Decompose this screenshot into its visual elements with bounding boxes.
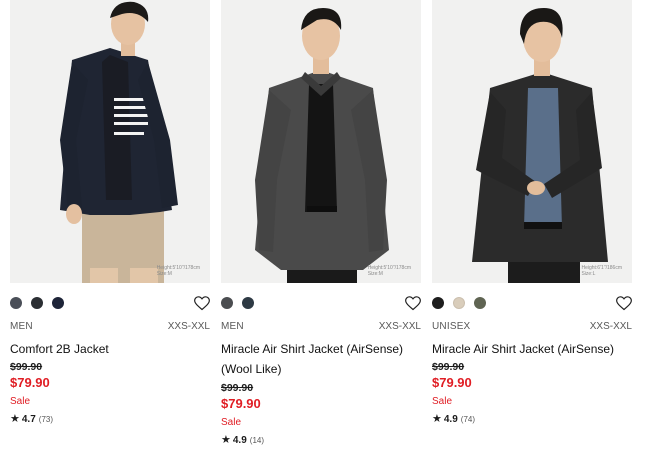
sale-price: $79.90 — [10, 375, 50, 390]
star-icon: ★ — [432, 413, 442, 425]
star-icon: ★ — [221, 434, 231, 446]
color-swatch[interactable] — [432, 297, 444, 309]
product-rating[interactable]: ★ 4.7 (73) — [10, 412, 53, 425]
product-grid: Height:5'10"/178cm Size:M MEN XXS-XXL Co… — [0, 0, 650, 455]
product-image[interactable]: Height:5'10"/178cm Size:M — [10, 0, 210, 283]
product-rating[interactable]: ★ 4.9 (74) — [432, 412, 475, 425]
review-count: (14) — [249, 436, 265, 445]
model-info-caption: Height:5'10"/178cm Size:M — [368, 265, 411, 277]
gender-label: MEN — [10, 321, 33, 332]
model-info-caption: Height:6'1"/186cm Size:L — [581, 265, 622, 277]
model-size: Size:M — [367, 271, 383, 277]
model-info-caption: Height:5'10"/178cm Size:M — [157, 265, 200, 277]
model-size: Size:L — [581, 271, 596, 277]
product-card[interactable]: Height:5'10"/178cm Size:M MEN XXS-XXL Co… — [10, 0, 210, 425]
color-swatch[interactable] — [474, 297, 486, 309]
color-swatch[interactable] — [453, 297, 465, 309]
color-swatches — [432, 296, 632, 311]
size-range: XXS-XXL — [378, 321, 421, 332]
product-image[interactable]: Height:5'10"/178cm Size:M — [221, 0, 421, 283]
heart-outline-icon[interactable] — [194, 296, 210, 311]
sale-price: $79.90 — [221, 396, 261, 411]
color-swatch[interactable] — [242, 297, 254, 309]
review-count: (73) — [38, 415, 54, 424]
original-price: $99.90 — [10, 361, 43, 373]
gender-label: MEN — [221, 321, 244, 332]
model-size: Size:M — [156, 271, 172, 277]
color-swatch[interactable] — [52, 297, 64, 309]
color-swatch[interactable] — [31, 297, 43, 309]
product-card[interactable]: Height:6'1"/186cm Size:L UNISEX XXS-XXL … — [432, 0, 632, 425]
heart-outline-icon[interactable] — [405, 296, 421, 311]
size-range: XXS-XXL — [589, 321, 632, 332]
star-icon: ★ — [10, 413, 20, 425]
product-name[interactable]: Comfort 2B Jacket — [10, 339, 210, 359]
color-swatches — [10, 296, 210, 311]
rating-score: 4.7 — [21, 414, 36, 425]
size-range: XXS-XXL — [167, 321, 210, 332]
color-swatch[interactable] — [10, 297, 22, 309]
gender-label: UNISEX — [432, 321, 471, 332]
product-name[interactable]: Miracle Air Shirt Jacket (AirSense) — [432, 339, 632, 359]
original-price: $99.90 — [221, 382, 254, 394]
product-rating[interactable]: ★ 4.9 (14) — [221, 433, 264, 446]
sale-badge: Sale — [221, 417, 242, 428]
rating-score: 4.9 — [232, 435, 247, 446]
color-swatch[interactable] — [221, 297, 233, 309]
sale-badge: Sale — [432, 396, 453, 407]
product-name[interactable]: Miracle Air Shirt Jacket (AirSense) (Woo… — [221, 339, 421, 379]
sale-badge: Sale — [10, 396, 31, 407]
sale-price: $79.90 — [432, 375, 472, 390]
rating-score: 4.9 — [443, 414, 458, 425]
review-count: (74) — [460, 415, 476, 424]
product-image[interactable]: Height:6'1"/186cm Size:L — [432, 0, 632, 283]
original-price: $99.90 — [432, 361, 465, 373]
product-card[interactable]: Height:5'10"/178cm Size:M MEN XXS-XXL Mi… — [221, 0, 421, 446]
color-swatches — [221, 296, 421, 311]
heart-outline-icon[interactable] — [616, 296, 632, 311]
